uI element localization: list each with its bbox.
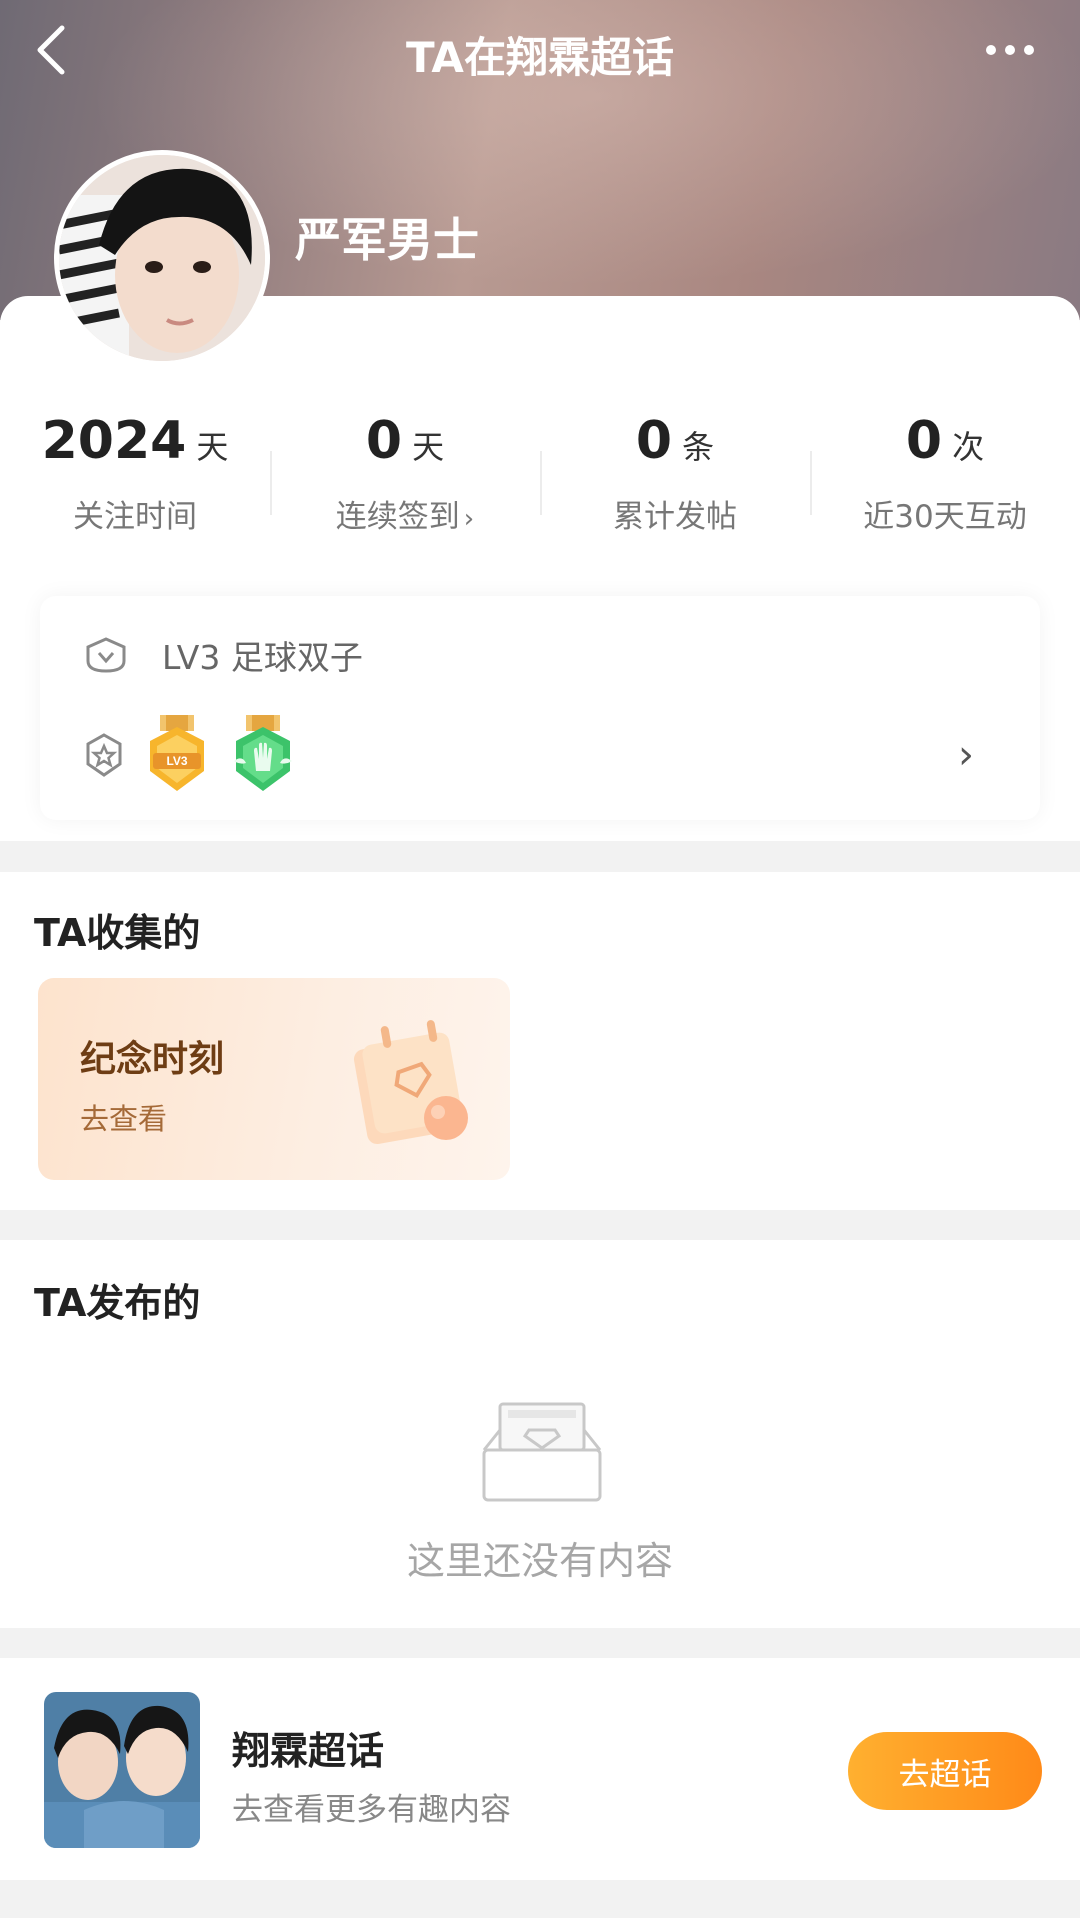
medal-row: LV3 › [84,710,1014,800]
level-shield-icon [86,637,126,673]
calendar-heart-icon [353,1020,468,1145]
more-dots-icon [986,45,996,55]
stat-value: 0 [365,411,403,471]
stat-unit: 天 [412,428,445,466]
memory-moments-card[interactable]: 纪念时刻 去查看 [38,978,510,1180]
go-topic-button[interactable]: 去超话 [848,1732,1042,1810]
stat-checkin-streak[interactable]: 0 天 连续签到 › [270,411,540,541]
stat-label: 连续签到 [335,499,460,535]
stat-value: 0 [905,411,943,471]
level-text: LV3 足球双子 [162,638,363,677]
collected-section: TA收集的 纪念时刻 去查看 [0,872,1080,1210]
stat-interactions: 0 次 近30天互动 [810,411,1080,541]
empty-state-text: 这里还没有内容 [406,1539,673,1583]
lv3-medal-label: LV3 [166,754,187,768]
memory-card-title: 纪念时刻 [80,1039,225,1080]
avatar[interactable] [54,150,270,366]
collected-title: TA收集的 [34,911,201,955]
topic-thumbnail[interactable] [44,1692,200,1848]
stat-label: 累计发帖 [613,499,737,535]
topic-title: 翔霖超话 [232,1729,385,1773]
chevron-right-icon[interactable]: › [958,732,974,778]
stat-value: 2024 [41,411,187,471]
user-name: 严军男士 [295,213,479,267]
profile-card: 2024 天 关注时间 0 天 连续签到 › 0 条 累计发帖 0 次 近30天… [0,296,1080,841]
memory-card-subtitle: 去查看 [80,1102,168,1136]
nav-bar: TA在翔霖超话 [0,0,1080,100]
topic-promo-section[interactable]: 翔霖超话 去查看更多有趣内容 去超话 [0,1658,1080,1880]
level-row: LV3 足球双子 [84,630,363,680]
stat-unit: 天 [196,428,229,466]
medal-icon [86,733,122,777]
lv3-medal-icon[interactable]: LV3 [144,715,210,795]
posted-section: TA发布的 这里还没有内容 [0,1240,1080,1628]
hand-medal-icon[interactable] [230,715,296,795]
stat-label: 关注时间 [73,499,197,535]
stat-label: 近30天互动 [863,499,1027,535]
chevron-right-icon: › [463,504,475,534]
stat-value: 0 [635,411,673,471]
more-button[interactable] [970,22,1050,78]
level-badge-panel[interactable]: LV3 足球双子 LV3 › [40,596,1040,820]
empty-box-icon [482,1402,602,1502]
stat-follow-time: 2024 天 关注时间 [0,411,270,541]
stat-unit: 条 [682,428,715,466]
stat-unit: 次 [952,428,985,466]
stat-total-posts: 0 条 累计发帖 [540,411,810,541]
topic-subtitle: 去查看更多有趣内容 [232,1792,511,1828]
posted-title: TA发布的 [34,1281,201,1325]
page-title: TA在翔霖超话 [406,33,674,82]
stats-row: 2024 天 关注时间 0 天 连续签到 › 0 条 累计发帖 0 次 近30天… [0,411,1080,541]
